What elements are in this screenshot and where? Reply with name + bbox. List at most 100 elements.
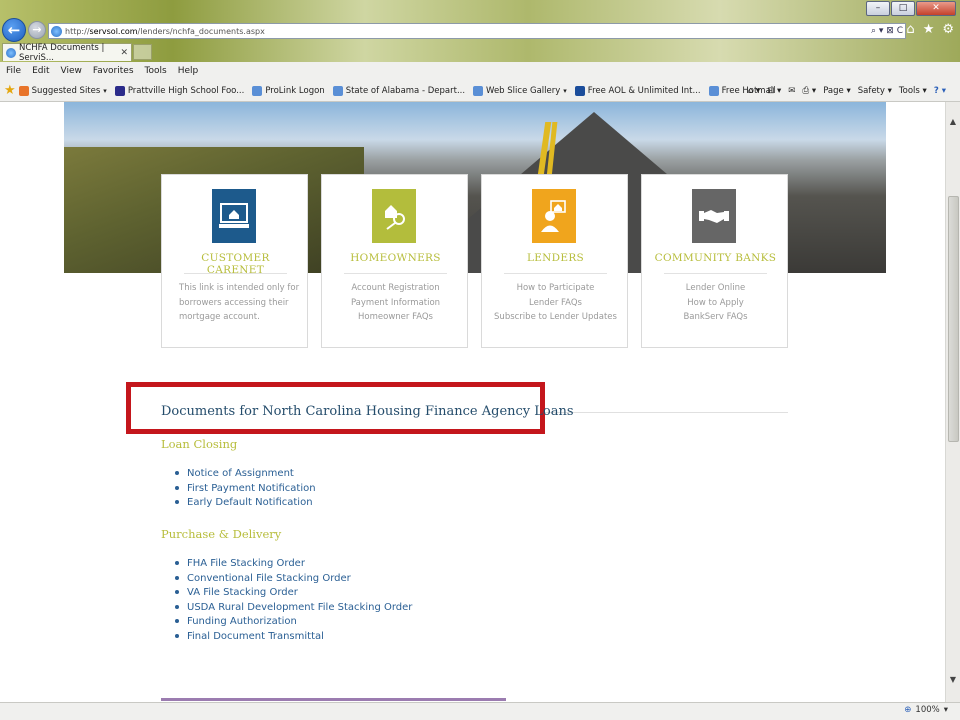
tools-menu[interactable]: Tools ▾ [899, 86, 927, 96]
favorite-link[interactable]: State of Alabama - Depart... [332, 85, 466, 96]
menu-view[interactable]: View [61, 66, 82, 76]
favorite-page-icon [332, 85, 343, 96]
chevron-down-icon[interactable]: ▾ [944, 705, 948, 715]
link-homeowner-faqs[interactable]: Homeowner FAQs [330, 310, 461, 325]
card-title[interactable]: COMMUNITY BANKS [652, 252, 779, 264]
card-line: borrowers accessing their [179, 297, 289, 308]
doc-link-final-document-transmittal[interactable]: Final Document Transmittal [175, 630, 412, 645]
print-icon[interactable]: ⎙ ▾ [802, 86, 816, 96]
card-title[interactable]: LENDERS [492, 252, 619, 264]
menu-tools[interactable]: Tools [145, 66, 167, 76]
favorites-star-icon[interactable]: ★ [4, 83, 16, 98]
help-icon[interactable]: ? ▾ [934, 86, 946, 96]
doc-link-first-payment-notification[interactable]: First Payment Notification [175, 482, 316, 497]
new-tab-button[interactable] [133, 44, 152, 60]
card-title[interactable]: HOMEOWNERS [332, 252, 459, 264]
favorite-link[interactable]: Free AOL & Unlimited Int... [574, 85, 701, 96]
close-window-button[interactable]: ✕ [916, 1, 956, 16]
card-customer-carenet[interactable]: CUSTOMER CARENET This link is intended o… [161, 174, 308, 348]
handshake-icon [692, 189, 736, 243]
favorite-page-icon [574, 85, 585, 96]
favorite-label: State of Alabama - Depart... [345, 85, 466, 96]
card-homeowners[interactable]: HOMEOWNERS Account Registration Payment … [321, 174, 468, 348]
favorite-page-icon [18, 85, 29, 96]
link-subscribe-lender-updates[interactable]: Subscribe to Lender Updates [490, 310, 621, 325]
favorite-label: Free AOL & Unlimited Int... [587, 85, 701, 96]
scroll-down-icon[interactable]: ▼ [946, 672, 960, 688]
card-line: This link is intended only for [179, 283, 300, 293]
divider [504, 273, 607, 274]
divider [344, 273, 447, 274]
ie-page-icon [6, 47, 16, 58]
scroll-thumb[interactable] [948, 196, 959, 442]
doc-link-funding-authorization[interactable]: Funding Authorization [175, 615, 412, 630]
favorite-page-icon [708, 85, 719, 96]
link-lender-faqs[interactable]: Lender FAQs [490, 296, 621, 311]
gear-icon[interactable]: ⚙ [942, 22, 954, 37]
card-links: Account Registration Payment Information… [330, 281, 461, 325]
favorites-star-icon[interactable]: ★ [923, 22, 935, 37]
menu-help[interactable]: Help [178, 66, 199, 76]
favorite-link[interactable]: Prattville High School Foo... [114, 85, 244, 96]
maximize-button[interactable]: □ [891, 1, 915, 16]
divider [664, 273, 767, 274]
bullet [175, 500, 179, 504]
home-dropdown-icon[interactable]: ⌂ ▾ [748, 86, 760, 96]
tab-nchfa-documents[interactable]: NCHFA Documents | ServiS... ✕ [2, 43, 132, 63]
doc-link-notice-of-assignment[interactable]: Notice of Assignment [175, 467, 316, 482]
lender-person-icon [532, 189, 576, 243]
menu-edit[interactable]: Edit [32, 66, 49, 76]
page-menu[interactable]: Page ▾ [823, 86, 851, 96]
page-content: CUSTOMER CARENET This link is intended o… [0, 102, 945, 702]
favorite-link[interactable]: Web Slice Gallery ▾ [473, 85, 567, 96]
link-lender-online[interactable]: Lender Online [650, 281, 781, 296]
bullet [175, 633, 179, 638]
forward-button[interactable]: → [28, 21, 46, 39]
link-how-to-participate[interactable]: How to Participate [490, 281, 621, 296]
mail-icon[interactable]: ✉ [788, 86, 795, 96]
bullet [175, 561, 179, 565]
chevron-down-icon[interactable]: ▾ [103, 87, 107, 95]
scroll-up-icon[interactable]: ▲ [946, 114, 960, 130]
link-account-registration[interactable]: Account Registration [330, 281, 461, 296]
command-bar: ⌂ ▾ ⊡ ▾ ✉ ⎙ ▾ Page ▾ Safety ▾ Tools ▾ ? … [748, 80, 946, 102]
doc-link-usda-stacking-order[interactable]: USDA Rural Development File Stacking Ord… [175, 601, 412, 616]
favorite-link[interactable]: Suggested Sites ▾ [18, 85, 107, 96]
link-how-to-apply[interactable]: How to Apply [650, 296, 781, 311]
doc-link-conventional-stacking-order[interactable]: Conventional File Stacking Order [175, 572, 412, 587]
minimize-button[interactable]: – [866, 1, 890, 16]
address-tools[interactable]: ⌕ ▾ ⊠ C [871, 24, 903, 38]
chevron-down-icon[interactable]: ▾ [563, 87, 567, 95]
url-text[interactable]: http://servsol.com/lenders/nchfa_documen… [65, 27, 265, 36]
browser-titlebar: – □ ✕ ← → http://servsol.com/lenders/nch… [0, 0, 960, 63]
card-description: This link is intended only for borrowers… [179, 281, 310, 325]
address-bar[interactable]: http://servsol.com/lenders/nchfa_documen… [48, 23, 906, 39]
back-button[interactable]: ← [2, 18, 26, 42]
doc-link-fha-stacking-order[interactable]: FHA File Stacking Order [175, 557, 412, 572]
card-community-banks[interactable]: COMMUNITY BANKS Lender Online How to App… [641, 174, 788, 348]
menu-favorites[interactable]: Favorites [93, 66, 134, 76]
rss-feed-icon[interactable]: ⊡ ▾ [767, 86, 781, 96]
favorite-link[interactable]: ProLink Logon [252, 85, 325, 96]
zoom-icon: ⊕ [904, 705, 912, 715]
doc-link-early-default-notification[interactable]: Early Default Notification [175, 496, 316, 511]
bullet [175, 604, 179, 609]
divider [184, 273, 287, 274]
menu-bar: File Edit View Favorites Tools Help [0, 62, 960, 80]
computer-home-icon [212, 189, 256, 243]
tab-close-icon[interactable]: ✕ [120, 48, 128, 58]
bullet [175, 590, 179, 594]
link-payment-information[interactable]: Payment Information [330, 296, 461, 311]
menu-file[interactable]: File [6, 66, 21, 76]
card-lenders[interactable]: LENDERS How to Participate Lender FAQs S… [481, 174, 628, 348]
safety-menu[interactable]: Safety ▾ [858, 86, 892, 96]
window-controls: – □ ✕ [866, 1, 956, 16]
home-icon[interactable]: ⌂ [906, 22, 914, 37]
section-title-loan-closing: Loan Closing [161, 437, 238, 451]
loan-closing-list: Notice of Assignment First Payment Notif… [175, 467, 316, 511]
link-bankserv-faqs[interactable]: BankServ FAQs [650, 310, 781, 325]
vertical-scrollbar[interactable]: ▲ ▼ [945, 102, 960, 702]
doc-link-va-stacking-order[interactable]: VA File Stacking Order [175, 586, 412, 601]
card-links: Lender Online How to Apply BankServ FAQs [650, 281, 781, 325]
zoom-control[interactable]: ⊕ 100% ▾ [904, 705, 948, 715]
